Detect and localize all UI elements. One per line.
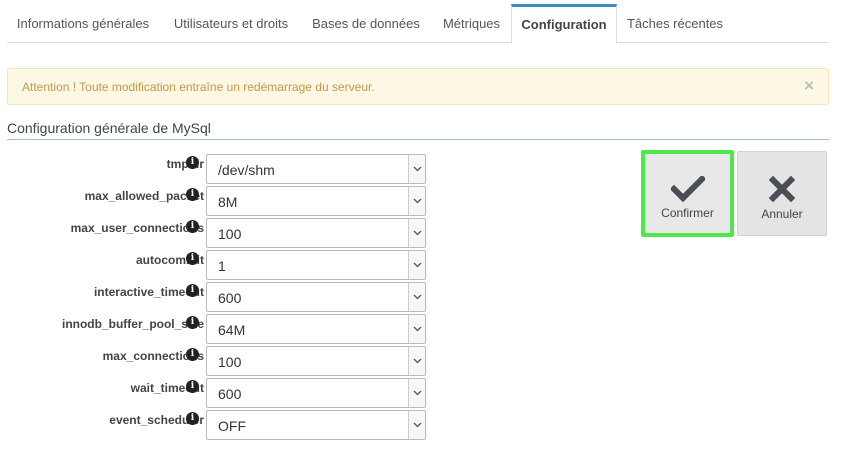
- alert-message: Attention ! Toute modification entraîne …: [22, 80, 375, 94]
- confirm-label: Confirmer: [661, 206, 714, 220]
- tab-bases-de-donnees[interactable]: Bases de données: [302, 4, 430, 43]
- event-scheduler-select[interactable]: OFF: [206, 410, 426, 440]
- close-icon[interactable]: ×: [804, 76, 814, 96]
- form-row-innodb-buffer-pool-size: innodb_buffer_pool_size i 64M: [0, 313, 430, 344]
- form-row-tmpdir: tmpdiri/dev/shm: [0, 153, 430, 184]
- section-title: Configuration générale de MySql: [7, 120, 211, 136]
- autocommit-select[interactable]: 1: [206, 250, 426, 280]
- tmpdir-select[interactable]: /dev/shm: [206, 154, 426, 184]
- chevron-down-icon[interactable]: [408, 347, 425, 375]
- select-value: 100: [218, 354, 242, 370]
- select-value: 100: [218, 226, 242, 242]
- info-icon[interactable]: i: [186, 284, 199, 297]
- info-icon[interactable]: i: [186, 380, 199, 393]
- chevron-down-icon[interactable]: [408, 379, 425, 407]
- form-row-interactive-timeout: interactive_timeout i 600: [0, 281, 430, 312]
- chevron-down-icon[interactable]: [408, 283, 425, 311]
- field-label: innodb_buffer_pool_size: [61, 317, 204, 331]
- cancel-label: Annuler: [761, 207, 803, 221]
- form-row-max-user-connections: max_user_connections i 100: [0, 217, 430, 248]
- select-value: 64M: [218, 322, 246, 338]
- select-value: 600: [218, 290, 242, 306]
- interactive-timeout-select[interactable]: 600: [206, 282, 426, 312]
- chevron-down-icon[interactable]: [408, 315, 425, 343]
- form-row-wait-timeout: wait_timeout i 600: [0, 377, 430, 408]
- field-label: max_user_connections: [70, 221, 204, 235]
- innodb-buffer-pool-size-select[interactable]: 64M: [206, 314, 426, 344]
- info-icon[interactable]: i: [186, 412, 199, 425]
- form-row-event-scheduler: event_scheduler i OFF: [0, 409, 430, 440]
- info-icon[interactable]: i: [186, 188, 199, 201]
- check-icon: [670, 176, 705, 202]
- select-value: /dev/shm: [218, 162, 275, 178]
- info-icon[interactable]: i: [186, 348, 199, 361]
- section-divider: [7, 139, 829, 140]
- confirm-button[interactable]: Confirmer: [641, 150, 734, 237]
- form-row-autocommit: autocommit i 1: [0, 249, 430, 280]
- chevron-down-icon[interactable]: [408, 187, 425, 215]
- cross-icon: [769, 176, 795, 202]
- tab-taches-recentes[interactable]: Tâches récentes: [619, 4, 731, 43]
- max-user-connections-select[interactable]: 100: [206, 218, 426, 248]
- tab-bar: Informations générales Utilisateurs et d…: [7, 4, 829, 44]
- select-value: 600: [218, 386, 242, 402]
- chevron-down-icon[interactable]: [408, 155, 425, 183]
- select-value: 8M: [218, 194, 238, 210]
- info-icon[interactable]: i: [186, 156, 199, 169]
- info-icon[interactable]: i: [186, 316, 199, 329]
- select-value: 1: [218, 258, 226, 274]
- warning-alert: Attention ! Toute modification entraîne …: [7, 68, 829, 105]
- chevron-down-icon[interactable]: [408, 219, 425, 247]
- tab-configuration[interactable]: Configuration: [511, 4, 617, 44]
- tab-utilisateurs-et-droits[interactable]: Utilisateurs et droits: [163, 4, 299, 43]
- wait-timeout-select[interactable]: 600: [206, 378, 426, 408]
- form-row-max-allowed-packet: max_allowed_packet i 8M: [0, 185, 430, 216]
- chevron-down-icon[interactable]: [408, 411, 425, 439]
- chevron-down-icon[interactable]: [408, 251, 425, 279]
- select-value: OFF: [218, 418, 246, 434]
- tab-informations-generales[interactable]: Informations générales: [7, 4, 159, 43]
- max-allowed-packet-select[interactable]: 8M: [206, 186, 426, 216]
- tab-metriques[interactable]: Métriques: [432, 4, 511, 43]
- form-row-max-connections: max_connections i 100: [0, 345, 430, 376]
- info-icon[interactable]: i: [186, 220, 199, 233]
- cancel-button[interactable]: Annuler: [737, 151, 827, 236]
- info-icon[interactable]: i: [186, 252, 199, 265]
- max-connections-select[interactable]: 100: [206, 346, 426, 376]
